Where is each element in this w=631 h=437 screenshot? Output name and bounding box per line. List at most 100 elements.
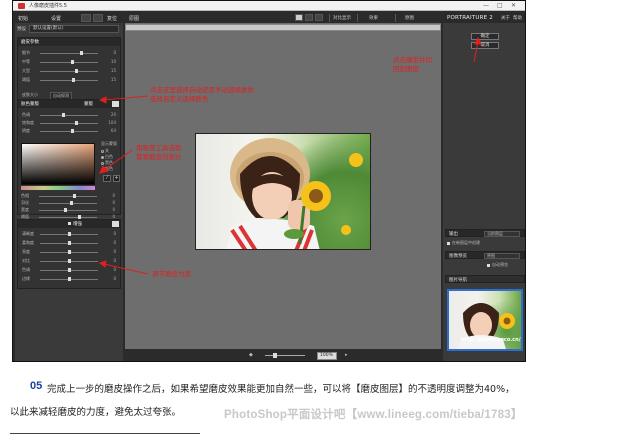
ok-button[interactable]: 确定 bbox=[471, 33, 499, 40]
enhance-label: 增强 bbox=[73, 222, 82, 227]
portrait-illustration bbox=[226, 138, 363, 249]
slider-handle[interactable] bbox=[74, 121, 78, 125]
portrait-photo[interactable] bbox=[195, 133, 371, 250]
eyedropper-plus-icon[interactable]: + bbox=[113, 175, 120, 182]
tab-initial[interactable]: 初始 bbox=[18, 15, 28, 22]
eyedropper-icon[interactable]: ⁄ bbox=[103, 175, 111, 182]
slider-row: 边缘 0 bbox=[22, 276, 118, 283]
output-select[interactable]: 当前图层 bbox=[484, 231, 520, 237]
article-line-2: 以此来减轻磨皮的力度，避免太过夸张。 bbox=[10, 407, 182, 418]
single-view-icon[interactable] bbox=[295, 14, 303, 21]
slider-handle[interactable] bbox=[70, 129, 74, 133]
slider-value[interactable]: 15 bbox=[104, 77, 116, 82]
side-view-icon[interactable] bbox=[315, 14, 323, 21]
skin-mask-header[interactable]: 肤色蒙版 蒙版 bbox=[18, 100, 120, 108]
mask-mode-select[interactable]: 蒙版 bbox=[84, 101, 93, 107]
slider-track[interactable] bbox=[40, 123, 98, 124]
slider-value[interactable]: 15 bbox=[104, 68, 116, 73]
slider-value[interactable]: 20 bbox=[104, 112, 116, 117]
ok-note: 点击确定并切 回到图层 bbox=[393, 56, 432, 74]
slider-handle[interactable] bbox=[68, 241, 71, 245]
slider-track[interactable] bbox=[39, 196, 97, 197]
zoom-select[interactable]: 100% bbox=[317, 352, 337, 360]
slider-value[interactable]: 0 bbox=[104, 240, 116, 245]
slider-value[interactable]: 0 bbox=[104, 249, 116, 254]
slider-value[interactable]: 0 bbox=[103, 200, 115, 205]
enhance-toggle-icon[interactable] bbox=[112, 221, 119, 227]
slider-handle[interactable] bbox=[72, 78, 76, 82]
help-button[interactable]: 帮助 bbox=[513, 15, 522, 21]
preset-select[interactable]: 默认设置(默认) bbox=[29, 25, 119, 33]
slider-value[interactable]: 0 bbox=[103, 207, 115, 212]
zoom-in-icon[interactable]: ▸ bbox=[345, 352, 348, 358]
slider-track[interactable] bbox=[40, 115, 98, 116]
slider-handle[interactable] bbox=[62, 113, 66, 117]
site-watermark: PhotoShop平面设计吧【www.lineeg.com/tieba/1783… bbox=[224, 409, 523, 421]
slider-value[interactable]: 0 bbox=[104, 231, 116, 236]
slider-value[interactable]: 10 bbox=[104, 59, 116, 64]
slider-value[interactable]: 104 bbox=[104, 120, 116, 125]
tab-settings[interactable]: 设置 bbox=[51, 15, 61, 22]
slider-handle[interactable] bbox=[68, 232, 71, 236]
slider-handle[interactable] bbox=[68, 250, 71, 254]
slider-label: 明度 bbox=[22, 128, 30, 133]
split-view-icon[interactable] bbox=[305, 14, 313, 21]
slider-track[interactable] bbox=[40, 80, 98, 81]
slider-value[interactable]: 0 bbox=[104, 267, 116, 272]
slider-value[interactable]: 64 bbox=[104, 128, 116, 133]
radio-off-label: 关 bbox=[105, 148, 109, 153]
preview-select[interactable]: 原图 bbox=[484, 253, 520, 259]
slider-track[interactable] bbox=[39, 210, 97, 211]
bottom-rule bbox=[10, 433, 200, 434]
slider-handle[interactable] bbox=[68, 277, 71, 281]
reset-button[interactable]: 复位 bbox=[107, 15, 117, 22]
slider-track[interactable] bbox=[40, 62, 98, 63]
smoothing-title: 磨皮参数 bbox=[21, 40, 39, 45]
new-layer-checkbox[interactable]: 在新图层中创建 bbox=[447, 240, 480, 246]
radio-color[interactable]: 颜色 bbox=[101, 166, 113, 172]
zoom-slider[interactable] bbox=[265, 355, 305, 356]
slider-handle[interactable] bbox=[72, 194, 76, 198]
zoom-slider-handle[interactable] bbox=[273, 353, 277, 358]
slider-value[interactable]: 0 bbox=[104, 258, 116, 263]
auto-preview-label: 自动预览 bbox=[492, 262, 508, 267]
hand-icon[interactable]: ◆ bbox=[249, 352, 253, 358]
slider-track[interactable] bbox=[39, 217, 97, 218]
about-button[interactable]: 关于 bbox=[501, 15, 510, 21]
slider-label: 羽化 bbox=[21, 200, 29, 205]
skin-color-picker[interactable] bbox=[21, 143, 95, 185]
slider-handle[interactable] bbox=[69, 201, 73, 205]
radio-dot-icon bbox=[101, 167, 104, 171]
undo-icon[interactable] bbox=[81, 14, 91, 22]
enhance-check[interactable]: 增强 bbox=[68, 221, 82, 227]
maximize-button[interactable]: □ bbox=[497, 2, 503, 9]
auto-preview-checkbox[interactable]: 自动预览 bbox=[487, 262, 508, 268]
preview-toolbar: 原图 对比显示 效果 原图 bbox=[125, 13, 441, 23]
slider-row: 柔和度 0 bbox=[22, 240, 118, 247]
slider-handle[interactable] bbox=[80, 51, 84, 55]
slider-track[interactable] bbox=[40, 71, 98, 72]
mask-toggle-icon[interactable] bbox=[112, 101, 119, 107]
minimize-button[interactable]: — bbox=[483, 2, 489, 9]
slider-value[interactable]: 0 bbox=[103, 193, 115, 198]
original-button[interactable]: 原图 bbox=[405, 15, 414, 21]
smoothing-header[interactable]: 磨皮参数 bbox=[18, 38, 120, 46]
hue-bar[interactable] bbox=[21, 186, 95, 190]
slider-value[interactable]: 0 bbox=[104, 276, 116, 281]
slider-handle[interactable] bbox=[70, 60, 74, 64]
enhance-header[interactable]: 增强 bbox=[18, 220, 120, 228]
slider-handle[interactable] bbox=[68, 259, 71, 263]
slider-track[interactable] bbox=[40, 53, 98, 54]
cancel-button[interactable]: 取消 bbox=[471, 42, 499, 49]
slider-handle[interactable] bbox=[74, 69, 78, 73]
slider-value[interactable]: 0 bbox=[104, 50, 116, 55]
slider-label: 阈值 bbox=[22, 77, 30, 82]
redo-icon[interactable] bbox=[93, 14, 103, 22]
effect-button[interactable]: 效果 bbox=[369, 15, 378, 21]
slider-track[interactable] bbox=[40, 131, 98, 132]
compare-button[interactable]: 对比显示 bbox=[333, 15, 351, 21]
close-button[interactable]: ✕ bbox=[511, 2, 516, 9]
slider-handle[interactable] bbox=[64, 208, 68, 212]
slider-track[interactable] bbox=[39, 203, 97, 204]
slider-handle[interactable] bbox=[68, 268, 71, 272]
